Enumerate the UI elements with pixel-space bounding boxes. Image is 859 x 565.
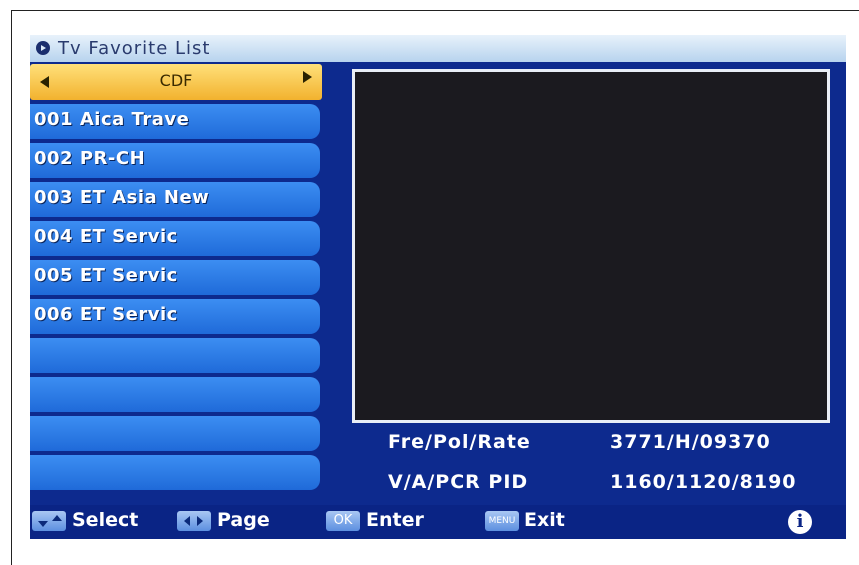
- ok-key-icon: OK: [326, 511, 360, 531]
- channel-row-empty[interactable]: [30, 455, 320, 490]
- channel-label: 005 ET Servic: [34, 265, 178, 286]
- exit-hint: Exit: [524, 509, 565, 531]
- channel-row-empty[interactable]: [30, 338, 320, 373]
- title-bar: Tv Favorite List: [30, 35, 846, 62]
- channel-label: 004 ET Servic: [34, 226, 178, 247]
- pid-label: V/A/PCR PID: [388, 471, 529, 493]
- hint-bar: Select Page OK Enter MENU Exit i: [30, 505, 846, 539]
- enter-hint: Enter: [366, 509, 424, 531]
- page-title: Tv Favorite List: [58, 38, 211, 59]
- channel-row[interactable]: 003 ET Asia New: [30, 182, 320, 217]
- channel-row-empty[interactable]: [30, 377, 320, 412]
- tv-screen: Tv Favorite List CDF 001 Aica Trave 002 …: [30, 35, 846, 539]
- group-selector[interactable]: CDF: [30, 64, 322, 100]
- channel-row[interactable]: 002 PR-CH: [30, 143, 320, 178]
- select-hint: Select: [72, 509, 139, 531]
- menu-key-icon: MENU: [485, 511, 519, 531]
- channel-label: 001 Aica Trave: [34, 109, 190, 130]
- fre-pol-rate-value: 3771/H/09370: [610, 431, 771, 453]
- channel-label: 006 ET Servic: [34, 304, 178, 325]
- left-right-key-icon: [177, 511, 211, 531]
- channel-list: 001 Aica Trave 002 PR-CH 003 ET Asia New…: [30, 104, 320, 494]
- pid-value: 1160/1120/8190: [610, 471, 797, 493]
- play-circle-icon: [36, 41, 50, 55]
- up-down-key-icon: [32, 511, 66, 531]
- group-label: CDF: [159, 71, 193, 90]
- page-hint: Page: [217, 509, 270, 531]
- channel-row[interactable]: 001 Aica Trave: [30, 104, 320, 139]
- info-icon[interactable]: i: [788, 510, 812, 534]
- fre-pol-rate-label: Fre/Pol/Rate: [388, 431, 531, 453]
- channel-label: 003 ET Asia New: [34, 187, 210, 208]
- channel-row[interactable]: 005 ET Servic: [30, 260, 320, 295]
- channel-row[interactable]: 006 ET Servic: [30, 299, 320, 334]
- channel-row[interactable]: 004 ET Servic: [30, 221, 320, 256]
- channel-row-empty[interactable]: [30, 416, 320, 451]
- video-preview: [352, 69, 830, 423]
- arrow-right-icon[interactable]: [303, 71, 312, 83]
- channel-label: 002 PR-CH: [34, 148, 146, 169]
